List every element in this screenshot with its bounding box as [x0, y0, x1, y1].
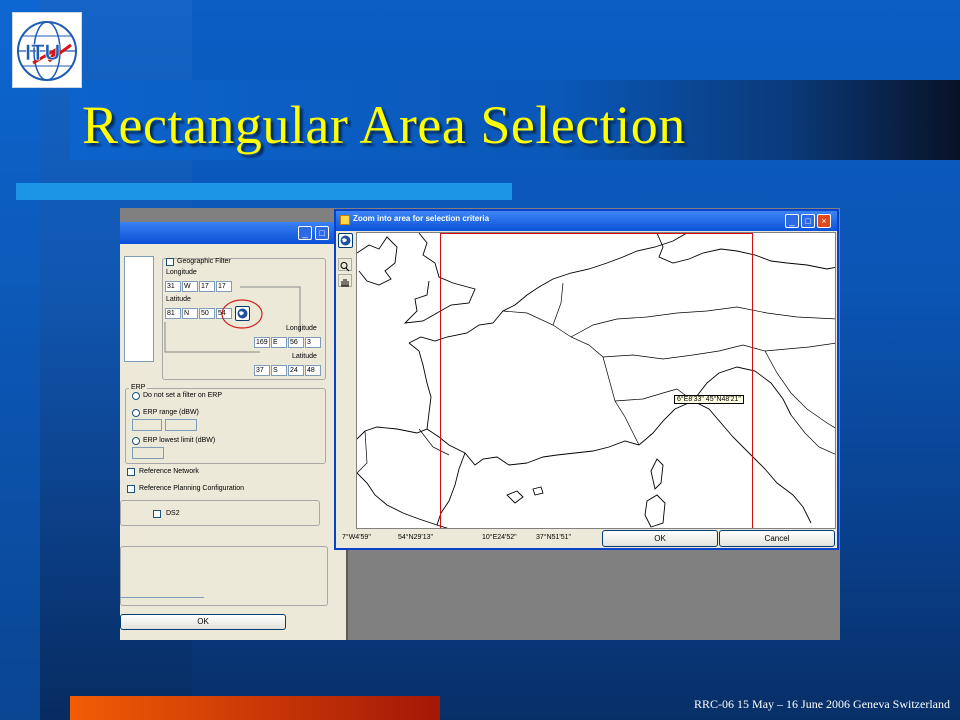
erp-lowest-label: ERP lowest limit (dBW) [143, 437, 216, 444]
longitude2-min-field[interactable]: 56 [288, 337, 304, 348]
orange-accent-bar [70, 696, 440, 720]
list-box[interactable] [124, 256, 154, 362]
ds2-group [120, 500, 320, 526]
globe-icon[interactable] [235, 306, 250, 321]
accent-rule [16, 183, 512, 200]
reference-network-checkbox[interactable] [127, 468, 135, 476]
longitude-label: Longitude [166, 269, 197, 276]
erp-range-label: ERP range (dBW) [143, 409, 199, 416]
geographic-filter-checkbox[interactable] [166, 258, 174, 266]
erp-range-min-field[interactable] [132, 419, 162, 431]
latitude2-dir-field[interactable]: S [271, 365, 287, 376]
slide-footer: RRC-06 15 May – 16 June 2006 Geneva Swit… [694, 697, 950, 711]
maximize-icon[interactable]: □ [315, 226, 329, 240]
slide-title: Rectangular Area Selection [82, 95, 686, 155]
cursor-coordinate-tooltip: 6°E8'33" 45°N48'21" [674, 395, 744, 404]
screenshot-panel: _ □ Geographic Filter Longitude 31 W 17 … [120, 208, 840, 640]
ok-button[interactable]: OK [602, 530, 718, 547]
latitude2-sec-field[interactable]: 48 [305, 365, 321, 376]
status-west: 7°W4'59" [342, 534, 371, 541]
ds2-checkbox[interactable] [153, 510, 161, 518]
ds2-label: DS2 [166, 510, 180, 517]
coastline-map [357, 233, 835, 528]
latitude2-deg-field[interactable]: 37 [254, 365, 270, 376]
left-band [0, 0, 40, 720]
status-north: 54°N29'13" [398, 534, 434, 541]
itu-logo: ITU [12, 12, 82, 88]
close-icon[interactable]: × [817, 214, 831, 228]
erp-lowest-radio[interactable] [132, 437, 140, 445]
erp-group-label: ERP [129, 384, 148, 391]
status-east: 10°E24'52" [482, 534, 517, 541]
longitude2-dir-field[interactable]: E [271, 337, 287, 348]
longitude2-deg-field[interactable]: 169 [254, 337, 270, 348]
latitude2-label: Latitude [292, 353, 317, 360]
map-canvas[interactable]: 6°E8'33" 45°N48'21" [356, 232, 836, 529]
selection-criteria-dialog: _ □ Geographic Filter Longitude 31 W 17 … [120, 222, 348, 640]
zoom-window: Zoom into area for selection criteria _ … [334, 209, 839, 550]
longitude2-sec-field[interactable]: 3 [305, 337, 321, 348]
cancel-button[interactable]: Cancel [719, 530, 835, 547]
dialog-titlebar: _ □ [120, 222, 348, 244]
minimize-icon[interactable]: _ [785, 214, 799, 228]
geographic-filter-label: Geographic Filter [177, 258, 231, 265]
lower-field[interactable] [120, 586, 204, 598]
back-ok-button[interactable]: OK [120, 614, 286, 630]
svg-text:ITU: ITU [25, 40, 60, 65]
erp-range-radio[interactable] [132, 409, 140, 417]
globe-icon[interactable] [338, 233, 353, 248]
zoom-window-title: Zoom into area for selection criteria [353, 214, 490, 223]
erp-no-filter-label: Do not set a filter on ERP [143, 392, 222, 399]
erp-no-filter-radio[interactable] [132, 392, 140, 400]
selection-left-edge[interactable] [440, 233, 441, 528]
latitude2-min-field[interactable]: 24 [288, 365, 304, 376]
selection-top-edge[interactable] [440, 233, 753, 234]
hand-icon[interactable] [338, 274, 352, 287]
reference-network-label: Reference Network [139, 468, 199, 475]
reference-planning-label: Reference Planning Configuration [139, 485, 245, 492]
longitude2-label: Longitude [286, 325, 317, 332]
maximize-icon[interactable]: □ [801, 214, 815, 228]
reference-planning-checkbox[interactable] [127, 485, 135, 493]
erp-range-max-field[interactable] [165, 419, 197, 431]
zoom-icon[interactable] [338, 258, 352, 272]
erp-lowest-field[interactable] [132, 447, 164, 459]
minimize-icon[interactable]: _ [298, 226, 312, 240]
zoom-window-titlebar: Zoom into area for selection criteria _ … [336, 211, 837, 231]
selection-right-edge[interactable] [752, 233, 753, 528]
status-south: 37°N51'51" [536, 534, 572, 541]
status-bar: 7°W4'59" 54°N29'13" 10°E24'52" 37°N51'51… [336, 529, 837, 548]
window-icon [340, 215, 350, 225]
